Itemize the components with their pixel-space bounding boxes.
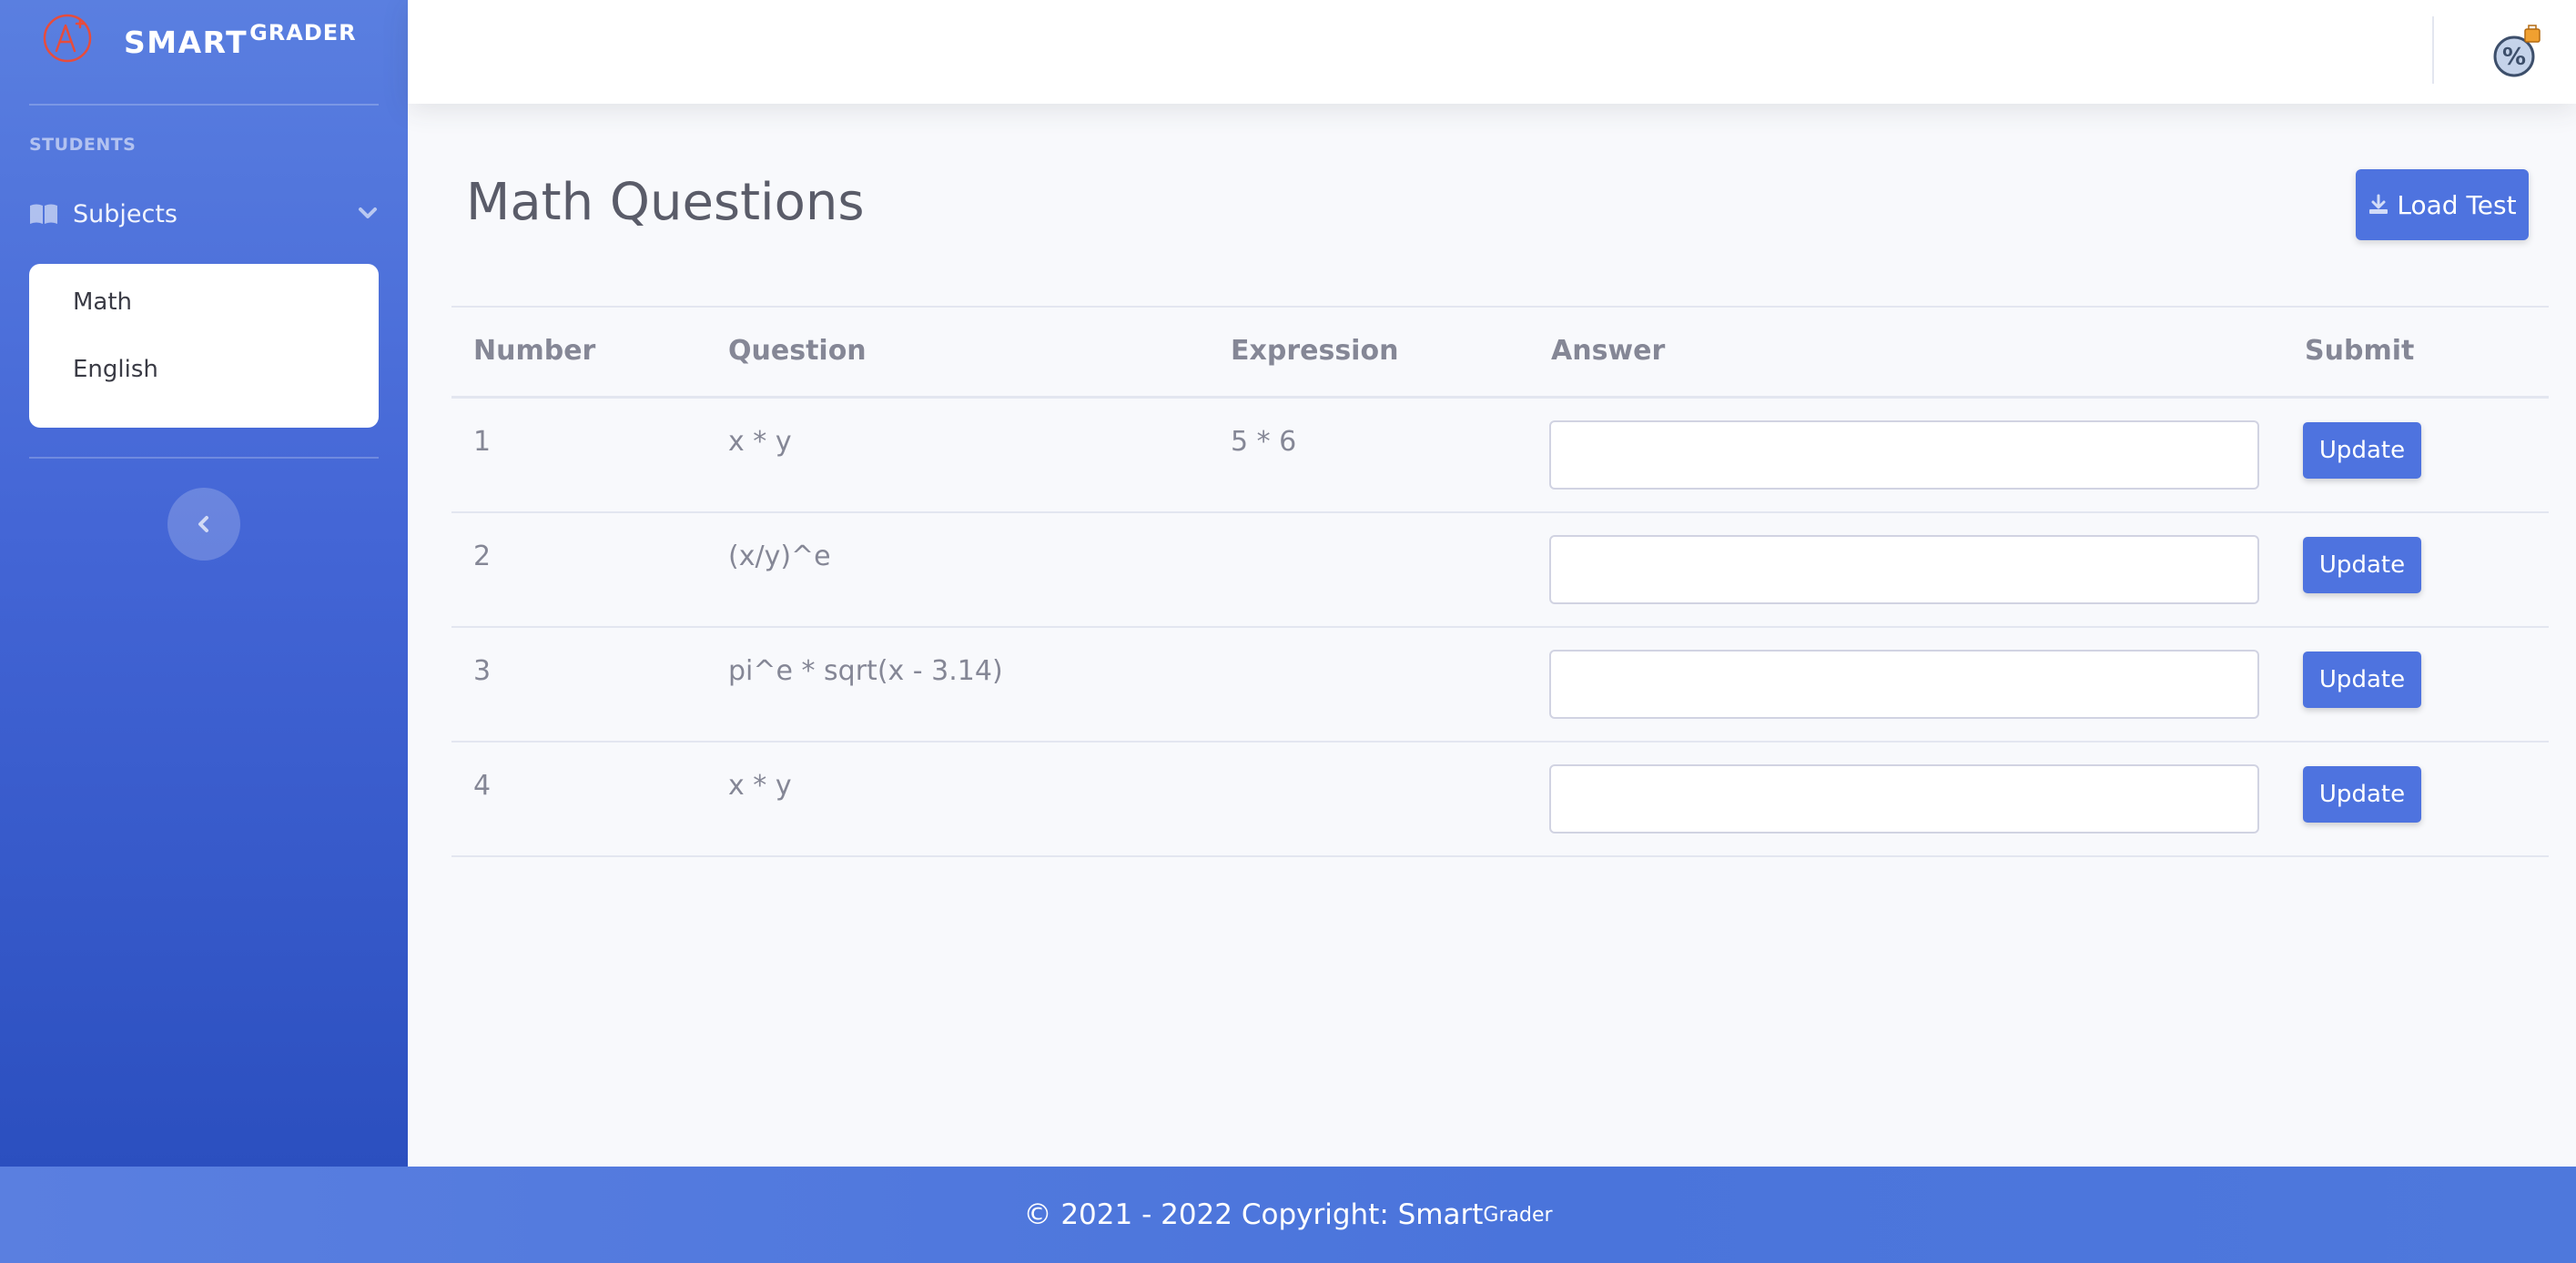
row-question: (x/y)^e — [728, 541, 831, 572]
column-header-expression: Expression — [1231, 335, 1399, 367]
sidebar-divider — [29, 457, 379, 459]
answer-input[interactable] — [1549, 535, 2259, 604]
user-avatar-icon[interactable]: % — [2490, 24, 2541, 78]
submenu-item-english[interactable]: English — [73, 357, 379, 424]
row-question: x * y — [728, 770, 792, 802]
table-row: 2 (x/y)^e Update — [451, 513, 2549, 628]
topbar-divider — [2432, 16, 2434, 84]
row-expression: 5 * 6 — [1231, 426, 1297, 458]
subjects-submenu: Math English — [29, 264, 379, 428]
submenu-item-math[interactable]: Math — [73, 289, 379, 357]
load-test-button[interactable]: Load Test — [2356, 169, 2529, 240]
sidebar-toggle-button[interactable] — [167, 488, 240, 561]
update-button[interactable]: Update — [2303, 422, 2421, 479]
book-open-icon — [30, 204, 57, 224]
update-button[interactable]: Update — [2303, 652, 2421, 708]
download-icon — [2369, 194, 2388, 214]
brand[interactable]: SMARTGRADER — [40, 9, 357, 78]
sidebar-item-label: Subjects — [73, 199, 178, 228]
column-header-question: Question — [728, 335, 867, 367]
row-question: pi^e * sqrt(x - 3.14) — [728, 655, 1003, 687]
svg-text:%: % — [2502, 44, 2526, 71]
sidebar-heading: STUDENTS — [29, 135, 137, 155]
sidebar-divider — [29, 104, 379, 106]
row-number: 1 — [473, 426, 492, 458]
topbar: % — [408, 0, 2576, 104]
chevron-down-icon — [359, 207, 377, 218]
row-question: x * y — [728, 426, 792, 458]
brand-name: SMARTGRADER — [124, 20, 357, 60]
sidebar: SMARTGRADER STUDENTS Subjects Math Engli… — [0, 0, 408, 1167]
row-number: 4 — [473, 770, 492, 802]
sidebar-item-subjects[interactable]: Subjects — [29, 191, 379, 237]
footer-copyright-sup: Grader — [1483, 1203, 1553, 1227]
load-test-label: Load Test — [2397, 189, 2517, 220]
table-row: 3 pi^e * sqrt(x - 3.14) Update — [451, 628, 2549, 743]
answer-input[interactable] — [1549, 764, 2259, 834]
footer: © 2021 - 2022 Copyright: Smart Grader — [0, 1167, 2576, 1263]
chevron-left-icon — [198, 516, 208, 532]
column-header-answer: Answer — [1551, 335, 1666, 367]
grade-a-plus-icon — [43, 14, 92, 63]
questions-table: Number Question Expression Answer Submit… — [451, 306, 2549, 857]
footer-copyright: © 2021 - 2022 Copyright: Smart — [1023, 1198, 1484, 1231]
table-row: 4 x * y Update — [451, 743, 2549, 857]
brand-name-sup: GRADER — [249, 20, 357, 45]
answer-input[interactable] — [1549, 420, 2259, 490]
answer-input[interactable] — [1549, 650, 2259, 719]
column-header-number: Number — [473, 335, 596, 367]
table-row: 1 x * y 5 * 6 Update — [451, 399, 2549, 513]
update-button[interactable]: Update — [2303, 766, 2421, 823]
update-button[interactable]: Update — [2303, 537, 2421, 593]
table-header: Number Question Expression Answer Submit — [451, 308, 2549, 399]
row-number: 3 — [473, 655, 492, 687]
row-number: 2 — [473, 541, 492, 572]
page-title: Math Questions — [466, 173, 865, 232]
brand-name-main: SMART — [124, 25, 248, 60]
column-header-submit: Submit — [2305, 335, 2415, 367]
